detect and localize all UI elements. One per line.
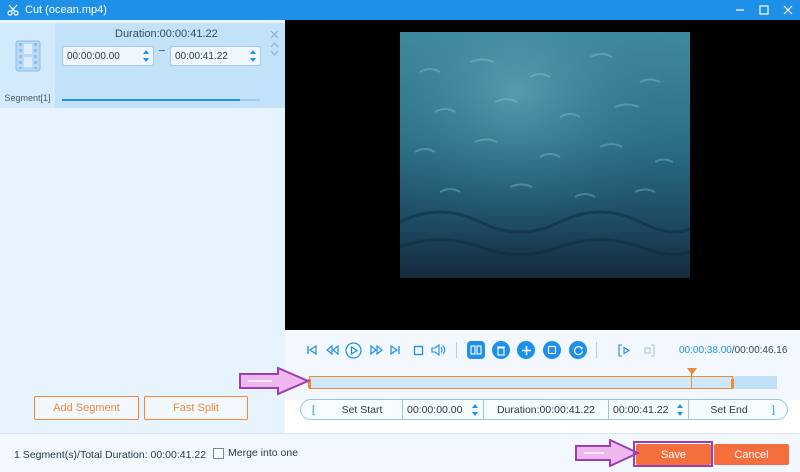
video-preview[interactable] [285, 20, 800, 330]
volume-icon [430, 344, 445, 356]
maximize-icon [759, 5, 769, 15]
segment-progress [62, 99, 260, 101]
timeline-selection[interactable] [308, 376, 734, 389]
mark-out-icon [644, 343, 655, 357]
spinner-icon[interactable] [676, 403, 684, 417]
title-bar: Cut (ocean.mp4) [0, 0, 800, 20]
minimize-button[interactable] [728, 0, 752, 20]
add-segment-button[interactable]: Add Segment [34, 396, 139, 420]
playhead-marker[interactable] [687, 368, 697, 375]
volume-button[interactable] [429, 341, 447, 359]
time-readout: 00:00:38.00/00:00:46.16 [679, 345, 787, 356]
film-icon [0, 23, 55, 88]
playback-controls: 00:00:38.00/00:00:46.16 [285, 330, 800, 370]
video-frame [400, 32, 690, 278]
delete-icon [497, 345, 505, 356]
segment-end-field[interactable]: 00:00:41.22 [170, 46, 261, 66]
mark-in-button[interactable] [616, 341, 634, 359]
move-down-icon[interactable] [270, 50, 279, 57]
skip-end-icon [390, 344, 400, 356]
set-end-button[interactable]: Set End [689, 400, 769, 419]
mark-out-button[interactable] [639, 341, 657, 359]
cancel-button[interactable]: Cancel [714, 444, 789, 465]
bracket-open: [ [312, 403, 315, 416]
skip-start-icon [307, 344, 317, 356]
step-back-button[interactable] [323, 341, 341, 359]
scissors-icon [7, 4, 19, 16]
divider [456, 342, 457, 358]
skip-end-button[interactable] [386, 341, 404, 359]
set-start-button[interactable]: Set Start [322, 400, 402, 419]
segment-label: Segment[1] [0, 88, 55, 108]
split-button[interactable] [467, 341, 485, 359]
minimize-icon [736, 9, 744, 11]
close-icon[interactable] [270, 30, 279, 39]
segment-item[interactable]: Segment[1] Duration:00:00:41.22 00:00:00… [0, 23, 285, 108]
fast-split-button[interactable]: Fast Split [144, 396, 248, 420]
divider [596, 342, 597, 358]
skip-start-button[interactable] [303, 341, 321, 359]
reset-button[interactable] [569, 341, 587, 359]
copy-icon [547, 345, 557, 355]
checkbox-icon[interactable] [213, 447, 224, 459]
annotation-arrow-icon [575, 439, 640, 467]
window-title: Cut (ocean.mp4) [25, 4, 107, 16]
step-forward-icon [369, 344, 383, 356]
step-forward-button[interactable] [367, 341, 385, 359]
maximize-button[interactable] [752, 0, 776, 20]
split-icon [470, 345, 482, 355]
bracket-close: ] [772, 403, 775, 416]
timeline-area [285, 368, 800, 400]
set-duration: Duration:00:00:41.22 [496, 403, 596, 416]
timeline-track[interactable] [308, 368, 777, 389]
range-dash [159, 50, 165, 51]
play-button[interactable] [344, 341, 362, 359]
set-end-time-field[interactable]: 00:00:41.22 [611, 400, 685, 419]
segment-start-field[interactable]: 00:00:00.00 [62, 46, 154, 66]
merge-label: Merge into one [228, 447, 299, 459]
total-time: /00:00:46.16 [731, 345, 788, 356]
set-start-time: 00:00:00.00 [407, 403, 463, 416]
add-icon [521, 345, 531, 355]
save-highlight [633, 441, 713, 467]
segment-end-value: 00:00:41.22 [175, 50, 228, 62]
annotation-arrow-icon [239, 366, 310, 396]
set-range-bar: [ Set Start 00:00:00.00 Duration:00:00:4… [300, 399, 788, 420]
reset-icon [573, 345, 583, 355]
close-button[interactable] [776, 0, 800, 20]
mark-in-icon [618, 343, 631, 357]
segment-duration: Duration:00:00:41.22 [115, 28, 218, 40]
close-icon [783, 5, 793, 15]
delete-button[interactable] [492, 341, 510, 359]
move-up-icon[interactable] [270, 41, 279, 48]
right-trim-handle[interactable] [731, 379, 734, 388]
stop-button[interactable] [409, 341, 427, 359]
play-icon [344, 341, 362, 359]
merge-checkbox[interactable]: Merge into one [213, 447, 298, 459]
set-end-time: 00:00:41.22 [613, 403, 669, 416]
spinner-icon[interactable] [471, 403, 479, 417]
stop-icon [413, 345, 423, 355]
segment-start-value: 00:00:00.00 [67, 50, 120, 62]
copy-button[interactable] [543, 341, 561, 359]
spinner-icon[interactable] [142, 49, 150, 63]
add-button[interactable] [517, 341, 535, 359]
spinner-icon[interactable] [249, 49, 257, 63]
status-text: 1 Segment(s)/Total Duration: 00:00:41.22 [14, 449, 207, 461]
current-time: 00:00:38.00 [679, 345, 732, 356]
step-back-icon [325, 344, 339, 356]
